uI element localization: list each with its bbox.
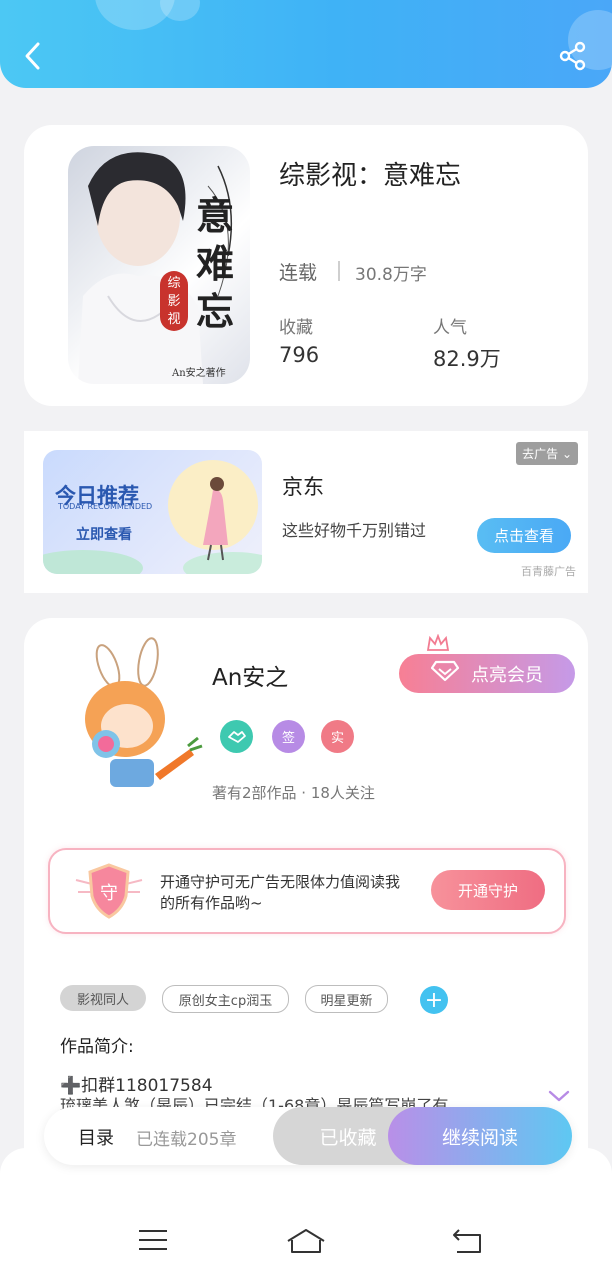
favorites-value: 796: [279, 343, 320, 367]
ad-image[interactable]: 今日推荐 TODAY RECOMMENDED 立即查看: [43, 450, 262, 574]
crown-icon: [426, 633, 450, 656]
popularity-label: 人气: [433, 318, 467, 338]
guard-text: 开通守护可无广告无限体力值阅读我的所有作品哟~: [160, 873, 401, 912]
shield-icon: 守: [74, 862, 144, 924]
remove-ad-label: 去广告: [522, 447, 559, 461]
author-avatar[interactable]: [70, 634, 204, 804]
open-guard-button[interactable]: 开通守护: [431, 870, 545, 910]
tag-item[interactable]: 明星更新: [305, 985, 388, 1013]
chapter-count: 已连载205章: [136, 1130, 237, 1150]
book-info-card: 意难忘 综影视 An安之著作 综影视：意难忘 连载 30.8万字 收藏 796 …: [24, 125, 588, 406]
share-icon[interactable]: [553, 36, 593, 76]
add-tag-icon[interactable]: +: [420, 986, 448, 1014]
ad-brand: 京东: [282, 475, 324, 499]
back-nav-icon[interactable]: [451, 1228, 483, 1258]
home-icon[interactable]: [286, 1228, 326, 1258]
system-navigation-bar: [0, 1148, 612, 1280]
intro-label: 作品简介:: [60, 1037, 134, 1057]
author-name: An安之: [212, 665, 289, 691]
catalog-button[interactable]: 目录: [78, 1124, 114, 1150]
verified-badge[interactable]: 实: [321, 720, 354, 753]
chevron-down-icon[interactable]: [548, 1088, 570, 1107]
ad-description: 这些好物千万别错过: [282, 521, 427, 540]
cover-series-text: 综影视: [167, 276, 181, 327]
book-cover[interactable]: 意难忘 综影视 An安之著作: [68, 146, 250, 384]
handshake-badge-icon[interactable]: [220, 720, 253, 753]
chevron-down-icon: ⌄: [558, 447, 572, 461]
tag-item[interactable]: 原创女主cp润玉: [162, 985, 289, 1013]
word-count: 30.8万字: [355, 265, 427, 285]
shield-text: 守: [100, 883, 118, 904]
popularity-value: 82.9万: [433, 347, 501, 371]
bottom-action-bar: 目录 已连载205章 已收藏 继续阅读: [44, 1107, 572, 1165]
tag-item[interactable]: 影视同人: [60, 985, 146, 1011]
ad-banner[interactable]: 今日推荐 TODAY RECOMMENDED 立即查看 去广告 ⌄ 京东 这些好…: [24, 431, 588, 593]
remove-ad-button[interactable]: 去广告 ⌄: [516, 442, 578, 465]
continue-reading-button[interactable]: 继续阅读: [388, 1107, 572, 1165]
ad-source: 百青藤广告: [521, 565, 576, 578]
cover-series-seal: 综影视: [160, 271, 188, 331]
ad-image-cta: 立即查看: [76, 527, 132, 543]
sign-badge[interactable]: 签: [272, 720, 305, 753]
top-header: [0, 0, 612, 88]
menu-icon[interactable]: [138, 1228, 168, 1256]
book-title: 综影视：意难忘: [279, 161, 462, 191]
ad-image-subtitle: TODAY RECOMMENDED: [58, 502, 153, 511]
back-arrow-icon[interactable]: [13, 36, 53, 76]
author-meta: 著有2部作品 · 18人关注: [212, 784, 375, 802]
guard-banner: 守 开通守护可无广告无限体力值阅读我的所有作品哟~ 开通守护: [48, 848, 566, 934]
diamond-icon: [430, 660, 460, 687]
cover-title-text: 意难忘: [196, 193, 235, 334]
vip-button-label: 点亮会员: [471, 664, 543, 686]
favorites-label: 收藏: [279, 318, 313, 338]
ad-view-button[interactable]: 点击查看: [477, 518, 571, 553]
vip-button[interactable]: 点亮会员: [399, 654, 575, 693]
book-status: 连载: [279, 262, 318, 284]
divider: [338, 261, 340, 281]
cover-author-text: An安之著作: [172, 368, 226, 379]
